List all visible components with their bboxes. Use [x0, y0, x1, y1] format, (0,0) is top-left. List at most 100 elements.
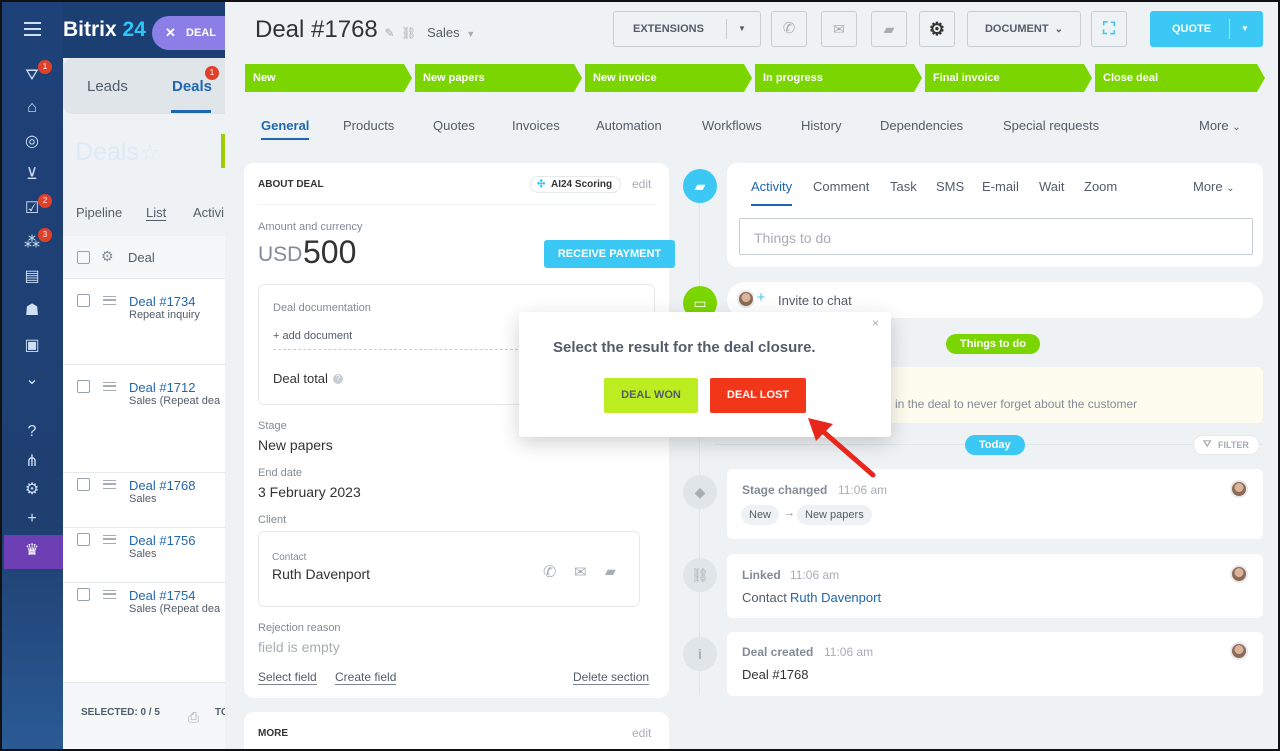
- row-checkbox[interactable]: [77, 478, 90, 491]
- tab-general[interactable]: General: [261, 118, 310, 140]
- row-menu-icon[interactable]: [103, 296, 116, 305]
- delete-section-link[interactable]: Delete section: [573, 670, 650, 685]
- contact-link[interactable]: Ruth Davenport: [790, 590, 881, 605]
- document-button[interactable]: DOCUMENT ⌄: [967, 11, 1081, 47]
- star-icon[interactable]: ☆: [140, 140, 160, 166]
- crown-icon[interactable]: ♛: [22, 541, 42, 561]
- chevron-down-icon[interactable]: ▼: [466, 29, 475, 39]
- chevron-down-icon[interactable]: ▼: [738, 12, 746, 46]
- print-icon[interactable]: ⎙: [188, 709, 199, 726]
- view-pipeline[interactable]: Pipeline: [76, 205, 122, 220]
- row-checkbox[interactable]: [77, 380, 90, 393]
- mail-icon[interactable]: ✉: [574, 563, 587, 581]
- select-all-checkbox[interactable]: [77, 251, 90, 264]
- tab-quotes[interactable]: Quotes: [433, 118, 475, 133]
- tab-activity[interactable]: Activity: [751, 179, 793, 206]
- chat-icon[interactable]: ▰: [605, 563, 616, 580]
- view-list[interactable]: List: [146, 205, 167, 221]
- table-row[interactable]: Deal #1768 Sales: [63, 472, 233, 527]
- quote-button[interactable]: QUOTE ▼: [1150, 11, 1263, 47]
- tab-leads[interactable]: Leads: [87, 78, 128, 95]
- plus-icon[interactable]: +: [22, 509, 42, 529]
- stage-close-deal[interactable]: Close deal: [1095, 64, 1265, 92]
- table-row[interactable]: Deal #1754 Sales (Repeat dea: [63, 582, 233, 662]
- stage-new-invoice[interactable]: New invoice: [585, 64, 752, 92]
- structure-icon[interactable]: ⋔: [22, 452, 42, 472]
- stage-in-progress[interactable]: In progress: [755, 64, 922, 92]
- tab-task[interactable]: Task: [890, 179, 917, 194]
- extensions-button[interactable]: EXTENSIONS ▼: [613, 11, 761, 47]
- bank-icon[interactable]: ⌂: [22, 98, 42, 118]
- tab-workflows[interactable]: Workflows: [702, 118, 762, 133]
- chevron-down-circle-icon[interactable]: ⌄: [22, 370, 42, 390]
- row-checkbox[interactable]: [77, 533, 90, 546]
- stage-new-papers[interactable]: New papers: [415, 64, 582, 92]
- row-menu-icon[interactable]: [103, 535, 116, 544]
- gear-icon[interactable]: ⚙: [919, 11, 955, 47]
- add-document-link[interactable]: + add document: [273, 330, 352, 342]
- edit-pencil-icon[interactable]: ✎: [384, 26, 394, 40]
- box-icon[interactable]: ▣: [22, 336, 42, 356]
- edit-link[interactable]: edit: [632, 726, 651, 740]
- tab-deals[interactable]: Deals: [172, 78, 212, 95]
- tab-more[interactable]: More ⌄: [1199, 118, 1241, 133]
- tab-sms[interactable]: SMS: [936, 179, 964, 194]
- settings-gear-icon[interactable]: ⚙: [101, 248, 114, 265]
- column-deal[interactable]: Deal: [128, 250, 155, 265]
- tab-more[interactable]: More ⌄: [1193, 179, 1235, 194]
- receive-payment-button[interactable]: RECEIVE PAYMENT: [544, 240, 675, 268]
- row-checkbox[interactable]: [77, 588, 90, 601]
- deal-link[interactable]: Deal #1712: [129, 380, 196, 395]
- link-icon[interactable]: ⛓: [401, 26, 416, 40]
- robot-icon[interactable]: ☗: [22, 301, 42, 321]
- tab-zoom[interactable]: Zoom: [1084, 179, 1117, 194]
- tab-invoices[interactable]: Invoices: [512, 118, 560, 133]
- deal-link[interactable]: Deal #1756: [129, 533, 196, 548]
- chevron-down-icon[interactable]: ▼: [1241, 11, 1249, 47]
- gear-icon[interactable]: ⚙: [22, 480, 42, 500]
- tab-wait[interactable]: Wait: [1039, 179, 1065, 194]
- mail-icon[interactable]: ✉: [821, 11, 857, 47]
- edit-link[interactable]: edit: [632, 177, 651, 191]
- select-field-link[interactable]: Select field: [258, 670, 317, 685]
- help-icon[interactable]: ?: [22, 422, 42, 442]
- cart-icon[interactable]: ⊻: [22, 165, 42, 185]
- deal-lost-button[interactable]: DEAL LOST: [710, 378, 806, 413]
- close-icon[interactable]: ×: [872, 316, 879, 330]
- deal-link[interactable]: Deal #1734: [129, 294, 196, 309]
- tab-history[interactable]: History: [801, 118, 841, 133]
- ai-scoring-chip[interactable]: ✣ AI24 Scoring: [530, 176, 622, 193]
- view-activities[interactable]: Activi: [193, 205, 224, 220]
- row-menu-icon[interactable]: [103, 480, 116, 489]
- chat-icon[interactable]: ▰: [871, 11, 907, 47]
- table-row[interactable]: Deal #1756 Sales: [63, 527, 233, 582]
- scan-icon[interactable]: ⛶: [1091, 11, 1127, 47]
- phone-icon[interactable]: ✆: [771, 11, 807, 47]
- deal-link[interactable]: Deal #1768: [129, 478, 196, 493]
- target-icon[interactable]: ◎: [22, 132, 42, 152]
- stage-new[interactable]: New: [245, 64, 412, 92]
- tab-products[interactable]: Products: [343, 118, 394, 133]
- row-menu-icon[interactable]: [103, 382, 116, 391]
- deal-won-button[interactable]: DEAL WON: [604, 378, 698, 413]
- tab-email[interactable]: E-mail: [982, 179, 1019, 194]
- pipeline-selector[interactable]: Sales: [427, 25, 460, 40]
- contact-name[interactable]: Ruth Davenport: [272, 566, 370, 582]
- row-checkbox[interactable]: [77, 294, 90, 307]
- things-to-do-input[interactable]: Things to do: [739, 218, 1253, 255]
- contact-card-icon[interactable]: ▤: [22, 267, 42, 287]
- tab-automation[interactable]: Automation: [596, 118, 662, 133]
- tab-comment[interactable]: Comment: [813, 179, 869, 194]
- plus-icon[interactable]: +: [753, 290, 769, 306]
- table-row[interactable]: Deal #1712 Sales (Repeat dea: [63, 364, 233, 472]
- deal-link[interactable]: Deal #1754: [129, 588, 196, 603]
- tab-special-requests[interactable]: Special requests: [1003, 118, 1099, 133]
- row-menu-icon[interactable]: [103, 590, 116, 599]
- create-field-link[interactable]: Create field: [335, 670, 397, 685]
- table-row[interactable]: Deal #1734 Repeat inquiry: [63, 278, 233, 364]
- filter-button[interactable]: ⛛ FILTER: [1193, 435, 1260, 455]
- menu-icon[interactable]: [24, 22, 41, 36]
- tab-dependencies[interactable]: Dependencies: [880, 118, 963, 133]
- help-icon[interactable]: ?: [333, 374, 343, 384]
- phone-icon[interactable]: ✆: [543, 562, 556, 582]
